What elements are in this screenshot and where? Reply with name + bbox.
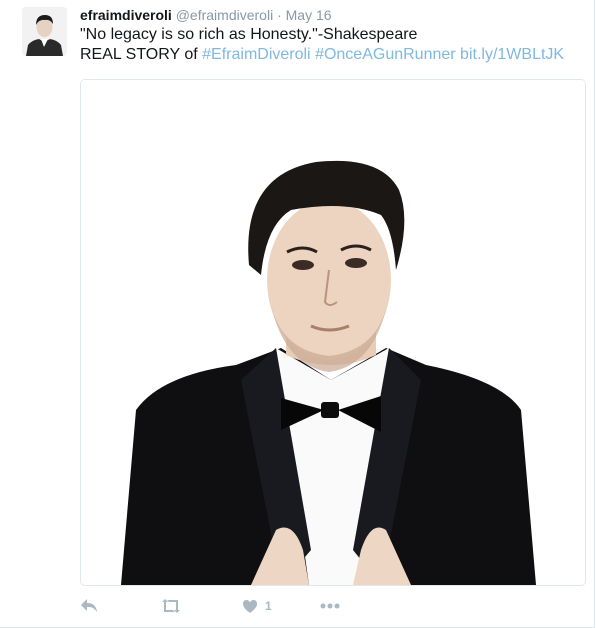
tweet-prefix-text: REAL STORY of bbox=[80, 46, 203, 63]
retweet-icon bbox=[160, 598, 182, 614]
tweet-link[interactable]: bit.ly/1WBLtJK bbox=[460, 46, 564, 63]
like-count: 1 bbox=[265, 599, 272, 613]
photo-portrait bbox=[81, 80, 585, 585]
tweet-second-line: REAL STORY of #EfraimDiveroli #OnceAGunR… bbox=[80, 45, 564, 65]
tweet-actions: 1 bbox=[80, 594, 420, 618]
more-icon bbox=[320, 603, 340, 609]
retweet-button[interactable] bbox=[160, 594, 182, 618]
tweet-header: efraimdiveroli @efraimdiveroli · May 16 bbox=[80, 7, 332, 24]
reply-icon bbox=[80, 598, 98, 614]
avatar[interactable] bbox=[22, 7, 67, 56]
hashtag-efraimdiveroli[interactable]: #EfraimDiveroli bbox=[202, 46, 310, 63]
tweet-quote-line: "No legacy is so rich as Honesty."-Shake… bbox=[80, 26, 418, 43]
user-handle[interactable]: @efraimdiveroli bbox=[176, 7, 273, 23]
more-button[interactable] bbox=[320, 594, 340, 618]
avatar-image bbox=[22, 7, 67, 56]
reply-button[interactable] bbox=[80, 594, 98, 618]
like-button[interactable]: 1 bbox=[242, 594, 272, 618]
tweet-date[interactable]: May 16 bbox=[286, 7, 332, 23]
separator-dot: · bbox=[277, 7, 282, 23]
display-name[interactable]: efraimdiveroli bbox=[80, 7, 172, 23]
tweet-card: efraimdiveroli @efraimdiveroli · May 16 … bbox=[0, 0, 595, 628]
hashtag-onceagunrunner[interactable]: #OnceAGunRunner bbox=[315, 46, 456, 63]
heart-icon bbox=[242, 599, 258, 614]
tweet-text: "No legacy is so rich as Honesty."-Shake… bbox=[80, 25, 564, 65]
tweet-photo[interactable] bbox=[80, 79, 586, 586]
